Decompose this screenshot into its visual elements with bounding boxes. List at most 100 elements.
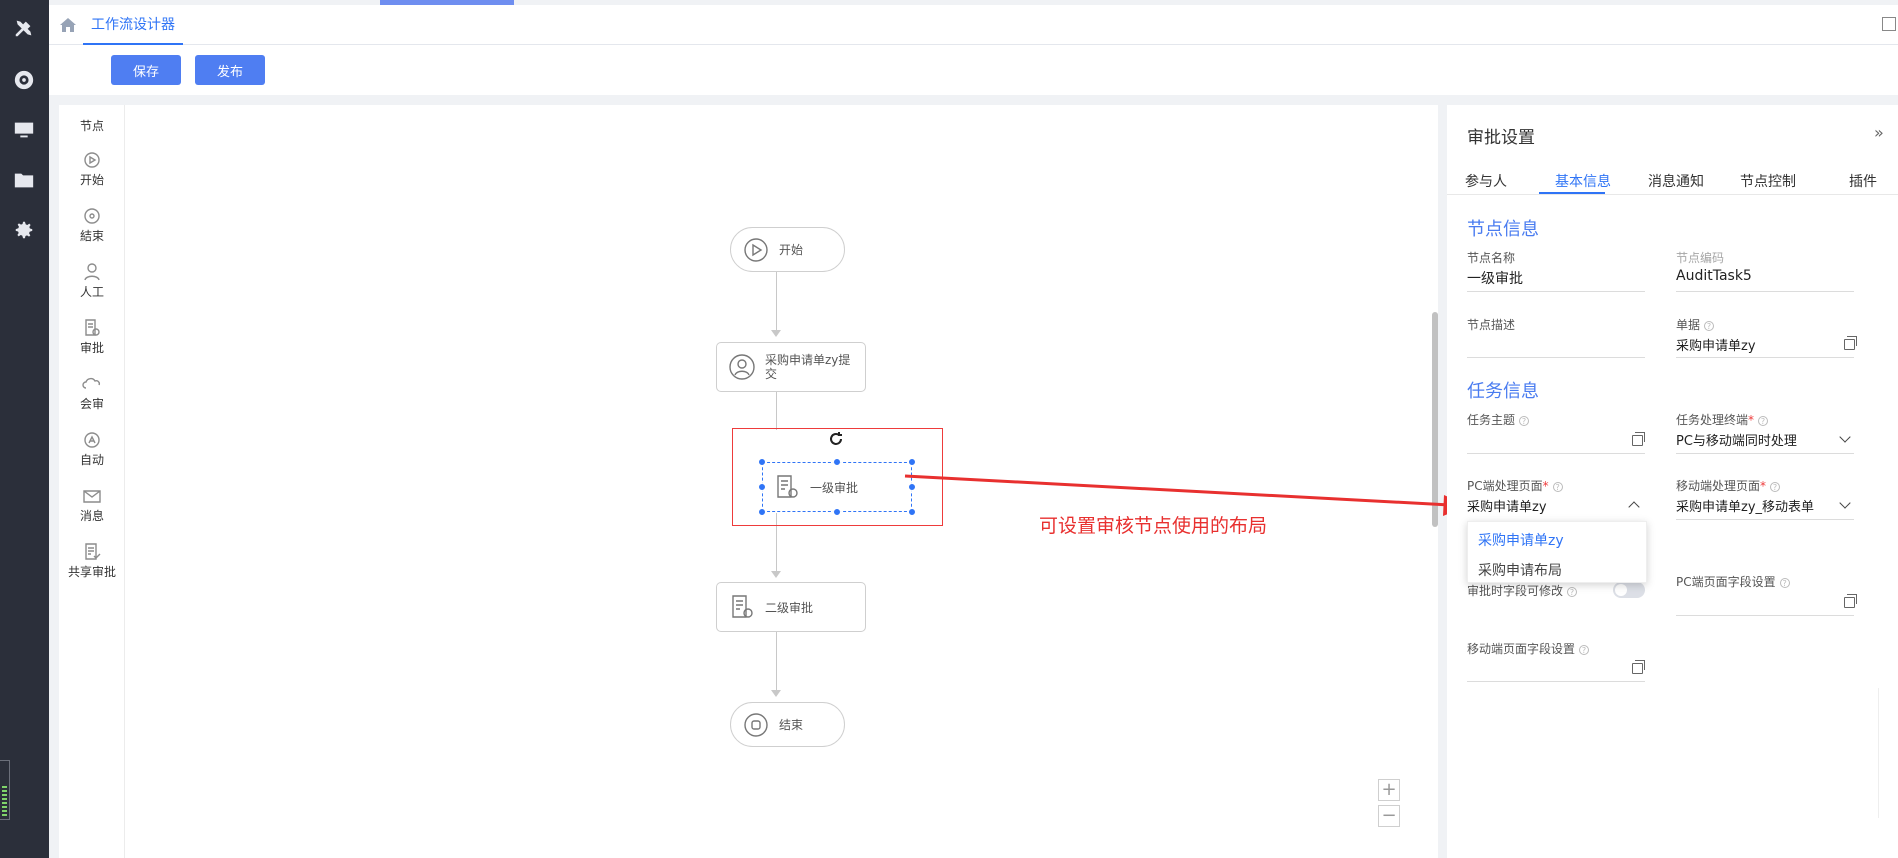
mobile-field-input[interactable] [1467,681,1645,682]
pc-page-select[interactable]: 采购申请单zy [1467,496,1547,515]
resize-handle[interactable] [908,508,916,516]
copy-icon[interactable] [1632,432,1645,446]
folder-icon[interactable] [12,168,36,192]
palette-item-shared-approval[interactable]: 共享审批 [59,543,125,580]
approval-doc-icon [729,594,755,620]
help-icon: ? [1567,587,1578,597]
flow-node-level2[interactable]: 二级审批 [716,582,866,632]
field-underline [1676,357,1854,358]
palette-item-auto[interactable]: 自动 [59,431,125,468]
zoom-out-button[interactable]: − [1378,805,1400,827]
canvas-scrollbar[interactable] [1432,312,1438,527]
palette-item-end[interactable]: 結束 [59,207,125,244]
play-circle-icon [82,151,102,169]
section-node-info: 节点信息 [1467,219,1539,240]
active-tab-indicator [1539,192,1605,194]
mobile-field-label: 移动端页面字段设置? [1467,640,1590,657]
pc-field-input[interactable] [1676,615,1854,616]
flow-node-start[interactable]: 开始 [730,227,845,272]
publish-button[interactable]: 发布 [195,55,265,85]
flow-node-label: 结束 [779,718,804,732]
flow-arrowhead [771,330,781,337]
node-desc-field[interactable] [1467,357,1645,358]
tab-participants[interactable]: 参与人 [1465,171,1507,191]
dashboard-icon[interactable] [12,68,36,92]
design-workspace: 节点 开始 結束 人工 审批 会审 自动 消息 共享审批 开始 采购申请单zy提… [59,105,1438,858]
copy-icon[interactable] [1844,336,1857,350]
resize-handle[interactable] [833,458,841,466]
field-underline [1676,453,1854,454]
flow-arrowhead [771,690,781,697]
flow-node-end[interactable]: 结束 [730,702,845,747]
save-button[interactable]: 保存 [111,55,181,85]
palette-item-approval[interactable]: 审批 [59,319,125,356]
chevron-up-icon[interactable] [1628,501,1640,513]
terminal-select[interactable]: PC与移动端同时处理 [1676,430,1797,449]
help-icon: ? [1758,416,1769,426]
dropdown-option[interactable]: 采购申请布局 [1478,560,1562,580]
tools-icon[interactable] [12,16,36,40]
resize-handle[interactable] [833,508,841,516]
tab-notifications[interactable]: 消息通知 [1648,171,1704,191]
tab-basic-info[interactable]: 基本信息 [1555,171,1611,191]
fullscreen-icon[interactable] [1882,17,1896,31]
shared-approval-icon [82,543,102,561]
flow-node-submit[interactable]: 采购申请单zy提交 [716,342,866,392]
palette-item-start[interactable]: 开始 [59,151,125,188]
monitor-icon[interactable] [12,118,36,142]
palette-item-manual[interactable]: 人工 [59,263,125,300]
palette-item-label: 人工 [79,285,104,299]
node-code-field: AuditTask5 [1676,268,1752,284]
tab-plugins[interactable]: 插件 [1849,171,1877,191]
tab-workflow-designer[interactable]: 工作流设计器 [83,5,183,45]
rotate-icon[interactable] [828,431,844,447]
stop-circle-icon [82,207,102,225]
resize-handle[interactable] [758,458,766,466]
palette-item-label: 会审 [79,397,104,411]
palette-title: 节点 [79,119,104,133]
field-underline [1676,291,1854,292]
mobile-page-select[interactable]: 采购申请单zy_移动表单 [1676,496,1814,515]
node-desc-label: 节点描述 [1467,318,1516,332]
flow-edge [776,272,777,332]
floating-toolbar[interactable] [1878,688,1898,818]
resize-handle[interactable] [758,508,766,516]
help-icon: ? [1519,416,1530,426]
palette-item-joint-review[interactable]: 会审 [59,375,125,412]
zoom-in-button[interactable]: + [1378,779,1400,801]
copy-icon[interactable] [1844,594,1857,608]
dropdown-option[interactable]: 采购申请单zy [1478,530,1564,550]
palette-item-label: 审批 [79,341,104,355]
collapse-icon[interactable]: » [1874,123,1884,142]
user-icon [82,263,102,281]
palette-item-message[interactable]: 消息 [59,487,125,524]
tab-node-control[interactable]: 节点控制 [1740,171,1796,191]
approval-settings-panel: 审批设置 » 参与人 基本信息 消息通知 节点控制 插件 节点信息 节点名称 一… [1447,105,1898,858]
help-icon: ? [1579,645,1590,655]
home-icon[interactable] [59,17,77,33]
gear-icon[interactable] [12,218,36,242]
palette-item-label: 結束 [79,229,104,243]
resize-handle[interactable] [908,483,916,491]
auto-icon [82,431,102,449]
flow-node-label: 二级审批 [765,600,814,615]
help-icon: ? [1770,482,1781,492]
stop-circle-icon [743,712,769,738]
copy-icon[interactable] [1632,660,1645,674]
panel-tabs: 参与人 基本信息 消息通知 节点控制 插件 [1447,163,1898,195]
flow-canvas[interactable]: 开始 采购申请单zy提交 一级审批 二级审批 结束 + − [126,105,1438,858]
form-field[interactable]: 采购申请单zy [1676,335,1756,354]
help-icon: ? [1552,482,1563,492]
palette-item-label: 共享审批 [67,565,116,579]
flow-node-label: 采购申请单zy提交 [765,353,851,381]
node-name-field[interactable]: 一级审批 [1467,268,1523,288]
resize-handle[interactable] [908,458,916,466]
palette-item-label: 自动 [79,453,104,467]
annotation-text: 可设置审核节点使用的布局 [1039,515,1268,537]
chevron-down-icon[interactable] [1839,431,1851,443]
node-code-label: 节点编码 [1676,251,1725,265]
editable-toggle[interactable] [1613,582,1645,598]
chevron-down-icon[interactable] [1839,497,1851,509]
task-subject-field[interactable] [1467,453,1645,454]
resize-handle[interactable] [758,483,766,491]
